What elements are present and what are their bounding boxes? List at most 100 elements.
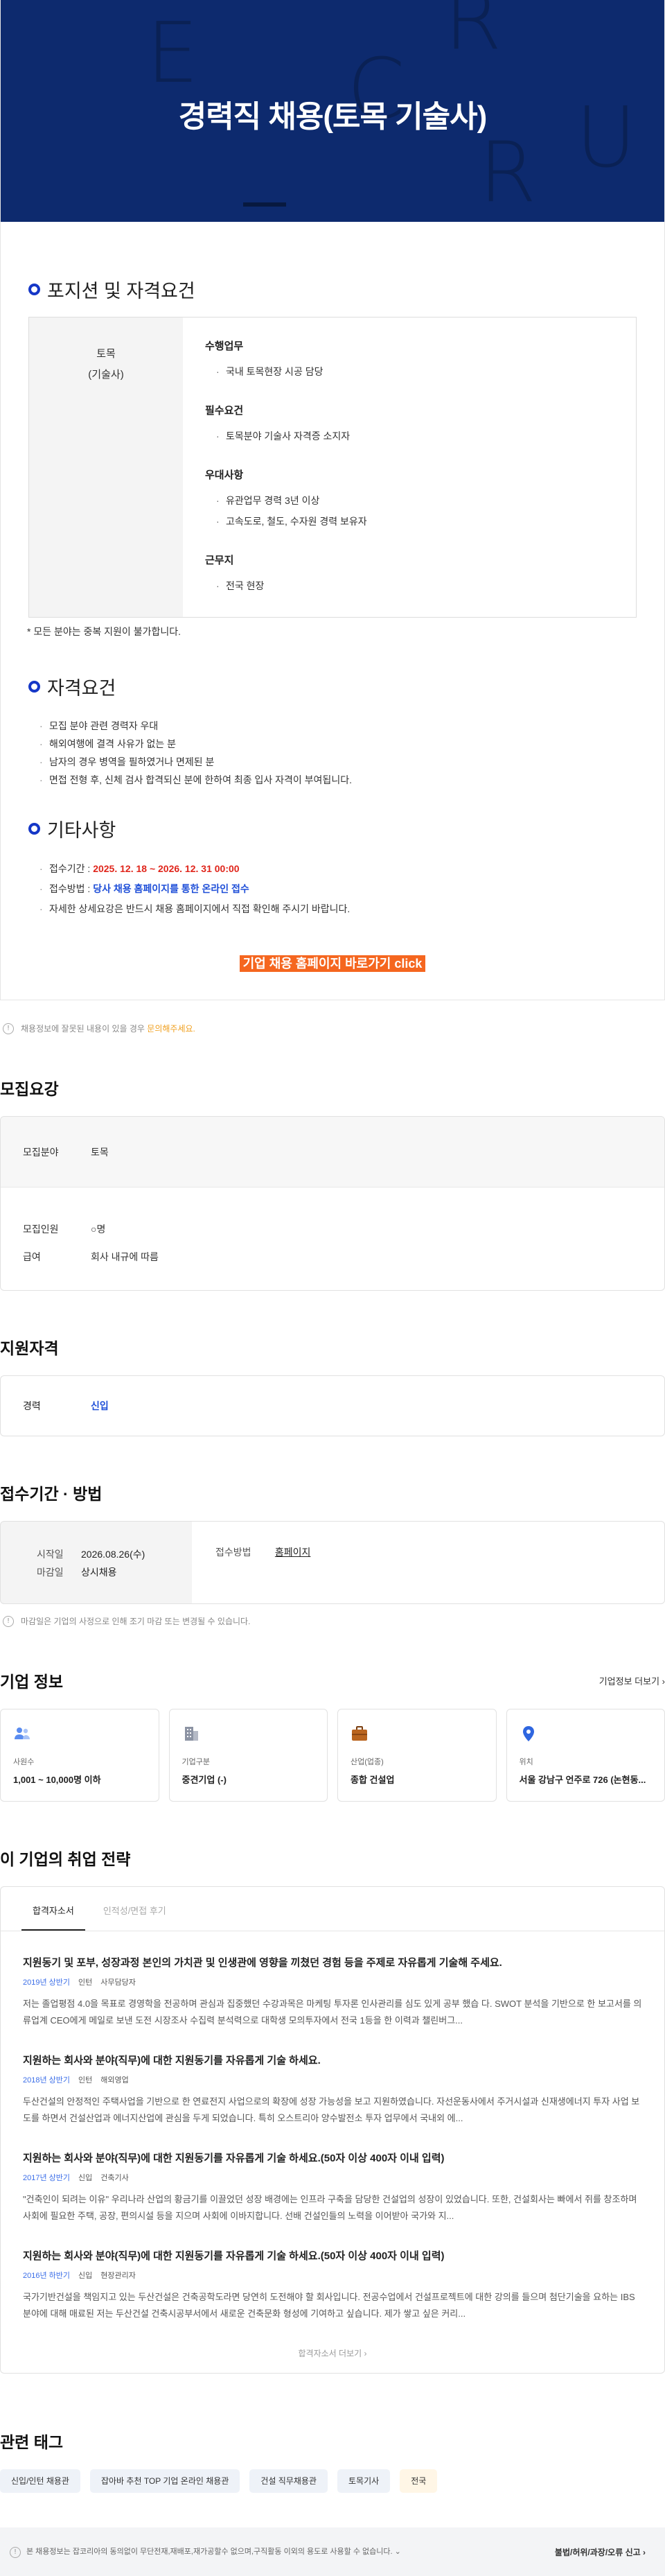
essay-question[interactable]: 지원동기 및 포부, 성장과정 본인의 가치관 및 인생관에 영향을 끼쳤던 경… (23, 1955, 642, 1969)
homepage-link[interactable]: 홈페이지 (275, 1547, 311, 1558)
strategy-tabs: 합격자소서 인적성/면접 후기 (1, 1887, 664, 1931)
section-title-text: 기타사항 (47, 815, 116, 842)
count-row: 모집인원 ○명 (1, 1215, 664, 1243)
qualify-section: 지원자격 경력 신입 (0, 1335, 665, 1436)
recruit-section: 모집요강 모집분야 토목 모집인원 ○명 급여 회사 내규에 따름 (0, 1076, 665, 1291)
tag-chip[interactable]: 건설 직무채용관 (249, 2469, 328, 2493)
card-value: 1,001 ~ 10,000명 이하 (13, 1773, 159, 1786)
strategy-card: 합격자소서 인적성/면접 후기 지원동기 및 포부, 성장과정 본인의 가치관 … (0, 1886, 665, 2374)
posting-detail: E C R R U 경력직 채용(토목 기술사) 포지션 및 자격요건 토목 (… (0, 0, 665, 1000)
people-icon (13, 1725, 31, 1743)
essay-body: 저는 졸업평점 4.0을 목표로 경영학을 전공하며 관심과 집중했던 수강과목… (23, 1996, 642, 2029)
essay-year: 2017년 상반기 (23, 2172, 70, 2183)
essay-type: 인턴 (78, 2074, 92, 2085)
career-value: 신입 (91, 1399, 109, 1413)
salary-key: 급여 (1, 1250, 91, 1264)
tags-section: 관련 태그 신입/인턴 채용관 잡아바 추천 TOP 기업 온라인 채용관 건설… (0, 2429, 665, 2493)
company-more-link[interactable]: 기업정보 더보기 › (599, 1674, 665, 1687)
group-item: 유관업무 경력 3년 이상 (216, 490, 367, 511)
salary-row: 급여 회사 내규에 따름 (1, 1243, 664, 1271)
ring-bullet-icon (28, 284, 40, 295)
report-link[interactable]: 문의해주세요. (147, 1024, 195, 1034)
position-details: 수행업무 국내 토목현장 시공 담당 필수요건 토목분야 기술사 자격증 소지자… (183, 317, 367, 617)
report-label: 채용정보에 잘못된 내용이 있을 경우 (21, 1024, 147, 1034)
section-heading: 모집요강 (0, 1076, 665, 1099)
section-heading: 이 기업의 취업 전략 (0, 1846, 665, 1870)
field-value: 토목 (91, 1145, 109, 1159)
briefcase-icon (351, 1725, 369, 1743)
report-abuse-link[interactable]: 불법/허위/과장/오류 신고 › (555, 2546, 646, 2558)
group-title: 필수요건 (205, 403, 367, 417)
deadline-note-text: 마감일은 기업의 사정으로 인해 조기 마감 또는 변경될 수 있습니다. (21, 1615, 250, 1627)
copyright-notice: !본 채용정보는 잡코리아의 동의없이 무단전재,재배포,재가공할수 없으며,구… (10, 2545, 401, 2557)
ring-bullet-icon (28, 681, 40, 693)
strategy-section: 이 기업의 취업 전략 합격자소서 인적성/면접 후기 지원동기 및 포부, 성… (0, 1846, 665, 2374)
period-value: 2025. 12. 18 ~ 2026. 12. 31 00:00 (93, 863, 239, 874)
group-title: 수행업무 (205, 338, 367, 353)
list-item: 해외여행에 결격 사유가 없는 분 (39, 735, 664, 753)
tab-cover-letter[interactable]: 합격자소서 (21, 1904, 85, 1931)
banner-decoration (243, 202, 286, 207)
group-item: 고속도로, 철도, 수자원 경력 보유자 (216, 511, 367, 532)
career-key: 경력 (1, 1399, 91, 1413)
essay-meta: 2017년 상반기 신입 건축기사 (23, 2172, 642, 2183)
end-value: 상시채용 (81, 1567, 117, 1578)
position-section-title: 포지션 및 자격요건 (28, 276, 664, 303)
list-item: 접수기간 : 2025. 12. 18 ~ 2026. 12. 31 00:00 (39, 859, 664, 879)
count-value: ○명 (91, 1222, 105, 1236)
method-value: 당사 채용 홈페이지를 통한 온라인 접수 (93, 883, 249, 894)
essay-question[interactable]: 지원하는 회사와 분야(직무)에 대한 지원동기를 자유롭게 기술 하세요.(5… (23, 2150, 642, 2165)
group-item: 국내 토목현장 시공 담당 (216, 361, 367, 382)
role-sub: (기술사) (29, 365, 183, 385)
tab-interview-review[interactable]: 인적성/면접 후기 (92, 1904, 177, 1931)
essay-year: 2019년 상반기 (23, 1976, 70, 1987)
tag-chip[interactable]: 신입/인턴 채용관 (0, 2469, 80, 2493)
company-homepage-button[interactable]: 기업 채용 홈페이지 바로가기 click (240, 955, 425, 972)
more-essays-link[interactable]: 합격자소서 더보기 › (1, 2347, 664, 2359)
etc-list: 접수기간 : 2025. 12. 18 ~ 2026. 12. 31 00:00… (39, 859, 664, 919)
apply-card: 시작일2026.08.26(수) 마감일상시채용 접수방법 홈페이지 (0, 1521, 665, 1604)
list-item[interactable]: 지원하는 회사와 분야(직무)에 대한 지원동기를 자유롭게 기술 하세요. 2… (1, 2029, 664, 2127)
essay-meta: 2016년 하반기 신입 현장관리자 (23, 2270, 642, 2281)
tag-chip[interactable]: 토목기사 (337, 2469, 390, 2493)
essay-body: 두산건설의 안정적인 주택사업을 기반으로 한 연료전지 사업으로의 확장에 성… (23, 2094, 642, 2127)
essay-body: "건축인이 되려는 이유" 우리나라 산업의 황금기를 이끌었던 성장 배경에는… (23, 2191, 642, 2225)
deadline-note: ! 마감일은 기업의 사정으로 인해 조기 마감 또는 변경될 수 있습니다. (3, 1615, 665, 1627)
duty-group: 수행업무 국내 토목현장 시공 담당 (205, 338, 367, 382)
apply-method: 접수방법 홈페이지 (192, 1522, 310, 1603)
card-label: 산업(업종) (351, 1756, 496, 1767)
list-item[interactable]: 지원동기 및 포부, 성장과정 본인의 가치관 및 인생관에 영향을 끼쳤던 경… (1, 1931, 664, 2029)
tag-chip[interactable]: 전국 (400, 2469, 437, 2493)
start-row: 시작일2026.08.26(수) (37, 1545, 192, 1563)
field-key: 모집분야 (1, 1145, 91, 1159)
preferred-group: 우대사항 유관업무 경력 3년 이상 고속도로, 철도, 수자원 경력 보유자 (205, 467, 367, 532)
building-icon (182, 1725, 200, 1743)
report-text: 채용정보에 잘못된 내용이 있을 경우 문의해주세요. (21, 1022, 195, 1034)
essay-question[interactable]: 지원하는 회사와 분야(직무)에 대한 지원동기를 자유롭게 기술 하세요. (23, 2053, 642, 2067)
section-heading: 접수기간 · 방법 (0, 1481, 665, 1504)
essay-type: 신입 (78, 2270, 92, 2281)
card-label: 기업구분 (182, 1756, 328, 1767)
group-item: 토목분야 기술사 자격증 소지자 (216, 426, 367, 446)
card-label: 위치 (520, 1756, 665, 1767)
essay-question[interactable]: 지원하는 회사와 분야(직무)에 대한 지원동기를 자유롭게 기술 하세요.(5… (23, 2248, 642, 2263)
essay-body: 국가기반건설을 책임지고 있는 두산건설은 건축공학도라면 당연히 도전해야 할… (23, 2289, 642, 2322)
industry-card: 산업(업종) 종합 건설업 (337, 1709, 497, 1802)
card-value: 종합 건설업 (351, 1773, 496, 1786)
count-key: 모집인원 (1, 1222, 91, 1236)
group-title: 우대사항 (205, 467, 367, 482)
apply-section: 접수기간 · 방법 시작일2026.08.26(수) 마감일상시채용 접수방법 … (0, 1481, 665, 1627)
recruit-card: 모집분야 토목 모집인원 ○명 급여 회사 내규에 따름 (0, 1116, 665, 1291)
banner-letter: E (146, 6, 199, 102)
section-heading: 기업 정보 (0, 1669, 63, 1692)
required-group: 필수요건 토목분야 기술사 자격증 소지자 (205, 403, 367, 446)
tag-chip[interactable]: 잡아바 추천 TOP 기업 온라인 채용관 (90, 2469, 240, 2493)
posting-banner: E C R R U 경력직 채용(토목 기술사) (1, 0, 664, 222)
list-item[interactable]: 지원하는 회사와 분야(직무)에 대한 지원동기를 자유롭게 기술 하세요.(5… (1, 2225, 664, 2322)
list-item[interactable]: 지원하는 회사와 분야(직무)에 대한 지원동기를 자유롭게 기술 하세요.(5… (1, 2127, 664, 2225)
card-value: 중견기업 (-) (182, 1773, 328, 1786)
list-item: 자세한 상세요강은 반드시 채용 홈페이지에서 직접 확인해 주시기 바랍니다. (39, 899, 664, 919)
company-cards: 사원수 1,001 ~ 10,000명 이하 기업구분 중견기업 (-) 산업(… (0, 1709, 665, 1802)
section-title-text: 자격요건 (47, 673, 116, 700)
copyright-text[interactable]: 본 채용정보는 잡코리아의 동의없이 무단전재,재배포,재가공할수 없으며,구직… (26, 2548, 401, 2556)
